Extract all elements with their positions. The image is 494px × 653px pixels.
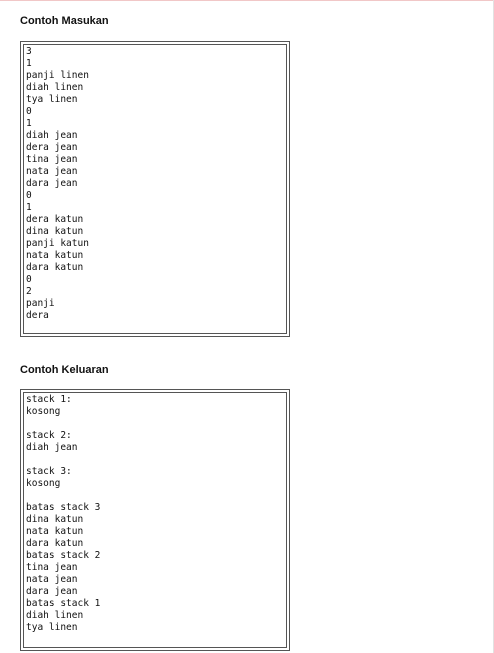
sample-output-heading: Contoh Keluaran [20,364,109,376]
sample-output-inner-frame: stack 1: kosong stack 2: diah jean stack… [23,392,287,648]
sample-output-box: stack 1: kosong stack 2: diah jean stack… [20,389,290,651]
sample-input-text: 3 1 panji linen diah linen tya linen 0 1… [26,46,89,321]
sample-input-heading: Contoh Masukan [20,15,109,27]
top-divider [0,0,494,1]
sample-output-text: stack 1: kosong stack 2: diah jean stack… [26,394,101,633]
sample-input-inner-frame: 3 1 panji linen diah linen tya linen 0 1… [23,44,287,334]
sample-input-box: 3 1 panji linen diah linen tya linen 0 1… [20,41,290,337]
